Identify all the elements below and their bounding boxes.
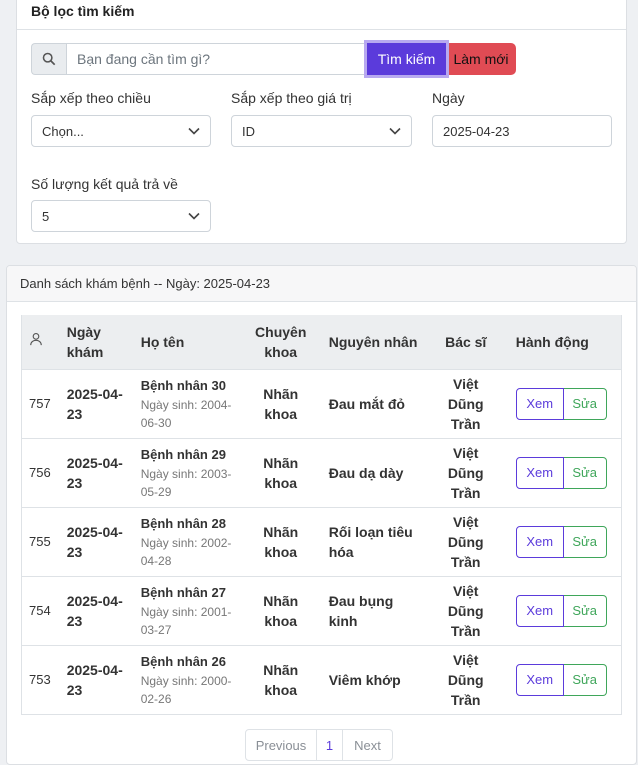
filter-title: Bộ lọc tìm kiếm (31, 3, 135, 19)
row-reason: Đau mắt đỏ (320, 369, 426, 439)
table-row: 754 2025-04-23 Bệnh nhân 27 Ngày sinh: 20… (21, 576, 622, 646)
reset-button[interactable]: Làm mới (446, 43, 516, 75)
sort-value-label: Sắp xếp theo giá trị (231, 90, 352, 106)
row-actions: Xem Sửa (505, 438, 622, 508)
pagination-page-1[interactable]: 1 (316, 729, 343, 761)
date-column-header: Ngày khám (58, 315, 133, 370)
exam-table: Ngày khám Họ tên Chuyên khoa Nguyên nhân… (21, 315, 622, 715)
patient-dob: Ngày sinh: 2001-03-27 (140, 604, 232, 637)
table-row: 755 2025-04-23 Bệnh nhân 28 Ngày sinh: 20… (21, 507, 622, 577)
patient-dob: Ngày sinh: 2000-02-26 (140, 673, 232, 706)
row-patient: Bệnh nhân 30 Ngày sinh: 2004-06-30 (132, 369, 241, 439)
row-dept: Nhãn khoa (240, 645, 321, 715)
edit-button[interactable]: Sửa (563, 525, 607, 558)
view-button[interactable]: Xem (515, 663, 564, 696)
exam-list-card: Danh sách khám bệnh -- Ngày: 2025-04-23 … (6, 265, 637, 765)
chevron-down-icon (188, 127, 200, 135)
date-value: 2025-04-23 (443, 123, 510, 139)
chevron-down-icon (188, 212, 200, 220)
search-bar: Tìm kiếm Làm mới (31, 43, 516, 75)
search-button[interactable]: Tìm kiếm (367, 43, 446, 75)
pagination-next[interactable]: Next (342, 729, 393, 761)
table-row: 757 2025-04-23 Bệnh nhân 30 Ngày sinh: 20… (21, 369, 622, 439)
row-patient: Bệnh nhân 26 Ngày sinh: 2000-02-26 (132, 645, 241, 715)
row-date: 2025-04-23 (58, 645, 133, 715)
row-actions: Xem Sửa (505, 576, 622, 646)
pagination-previous[interactable]: Previous (245, 729, 317, 761)
row-reason: Viêm khớp (320, 645, 426, 715)
date-label: Ngày (432, 90, 465, 106)
row-id: 753 (21, 645, 59, 715)
patient-name: Bệnh nhân 29 (140, 446, 226, 462)
view-button[interactable]: Xem (515, 456, 564, 489)
patient-name: Bệnh nhân 28 (140, 515, 226, 531)
row-reason: Rối loạn tiêu hóa (320, 507, 426, 577)
row-patient: Bệnh nhân 28 Ngày sinh: 2002-04-28 (132, 507, 241, 577)
doctor-column-header: Bác sĩ (425, 315, 506, 370)
row-dept: Nhãn khoa (240, 576, 321, 646)
row-actions: Xem Sửa (505, 645, 622, 715)
view-button[interactable]: Xem (515, 525, 564, 558)
view-button[interactable]: Xem (515, 387, 564, 420)
row-id: 757 (21, 369, 59, 439)
dept-column-header: Chuyên khoa (240, 315, 321, 370)
row-doctor: Việt Dũng Trần (425, 438, 506, 508)
list-header: Danh sách khám bệnh -- Ngày: 2025-04-23 (7, 266, 636, 302)
row-id: 756 (21, 438, 59, 508)
table-row: 753 2025-04-23 Bệnh nhân 26 Ngày sinh: 20… (21, 645, 622, 715)
name-column-header: Họ tên (132, 315, 241, 370)
row-dept: Nhãn khoa (240, 438, 321, 508)
user-icon (30, 332, 42, 345)
row-id: 754 (21, 576, 59, 646)
search-icon (31, 43, 66, 75)
row-patient: Bệnh nhân 27 Ngày sinh: 2001-03-27 (132, 576, 241, 646)
filter-card: Bộ lọc tìm kiếm Tìm kiếm Làm mới Sắp xếp… (16, 0, 627, 244)
row-id: 755 (21, 507, 59, 577)
sort-direction-label: Sắp xếp theo chiều (31, 90, 151, 106)
row-date: 2025-04-23 (58, 438, 133, 508)
edit-button[interactable]: Sửa (563, 594, 607, 627)
row-reason: Đau bụng kinh (320, 576, 426, 646)
table-header-row: Ngày khám Họ tên Chuyên khoa Nguyên nhân… (21, 315, 622, 370)
row-dept: Nhãn khoa (240, 369, 321, 439)
row-date: 2025-04-23 (58, 576, 133, 646)
reason-column-header: Nguyên nhân (320, 315, 426, 370)
patient-name: Bệnh nhân 26 (140, 653, 226, 669)
row-dept: Nhãn khoa (240, 507, 321, 577)
row-actions: Xem Sửa (505, 369, 622, 439)
date-input[interactable]: 2025-04-23 (432, 115, 612, 147)
patient-name: Bệnh nhân 30 (140, 377, 226, 393)
row-doctor: Việt Dũng Trần (425, 507, 506, 577)
result-count-value: 5 (42, 208, 50, 224)
chevron-down-icon (389, 127, 401, 135)
row-actions: Xem Sửa (505, 507, 622, 577)
sort-direction-value: Chọn... (42, 123, 84, 139)
sort-direction-select[interactable]: Chọn... (31, 115, 211, 147)
patient-dob: Ngày sinh: 2004-06-30 (140, 397, 232, 430)
result-count-select[interactable]: 5 (31, 200, 211, 232)
row-date: 2025-04-23 (58, 369, 133, 439)
patient-dob: Ngày sinh: 2002-04-28 (140, 535, 232, 568)
edit-button[interactable]: Sửa (563, 456, 607, 489)
patient-name: Bệnh nhân 27 (140, 584, 226, 600)
patient-dob: Ngày sinh: 2003-05-29 (140, 466, 232, 499)
row-reason: Đau dạ dày (320, 438, 426, 508)
search-input[interactable] (66, 43, 367, 75)
edit-button[interactable]: Sửa (563, 387, 607, 420)
row-doctor: Việt Dũng Trần (425, 369, 506, 439)
row-patient: Bệnh nhân 29 Ngày sinh: 2003-05-29 (132, 438, 241, 508)
table-row: 756 2025-04-23 Bệnh nhân 29 Ngày sinh: 20… (21, 438, 622, 508)
result-count-label: Số lượng kết quả trả về (31, 176, 178, 192)
view-button[interactable]: Xem (515, 594, 564, 627)
row-date: 2025-04-23 (58, 507, 133, 577)
pagination: Previous 1 Next (245, 729, 393, 761)
sort-value-select[interactable]: ID (231, 115, 412, 147)
row-doctor: Việt Dũng Trần (425, 576, 506, 646)
sort-value-value: ID (242, 123, 255, 139)
edit-button[interactable]: Sửa (563, 663, 607, 696)
actions-column-header: Hành động (505, 315, 622, 370)
divider (17, 29, 626, 30)
id-column-header (21, 315, 59, 370)
row-doctor: Việt Dũng Trần (425, 645, 506, 715)
